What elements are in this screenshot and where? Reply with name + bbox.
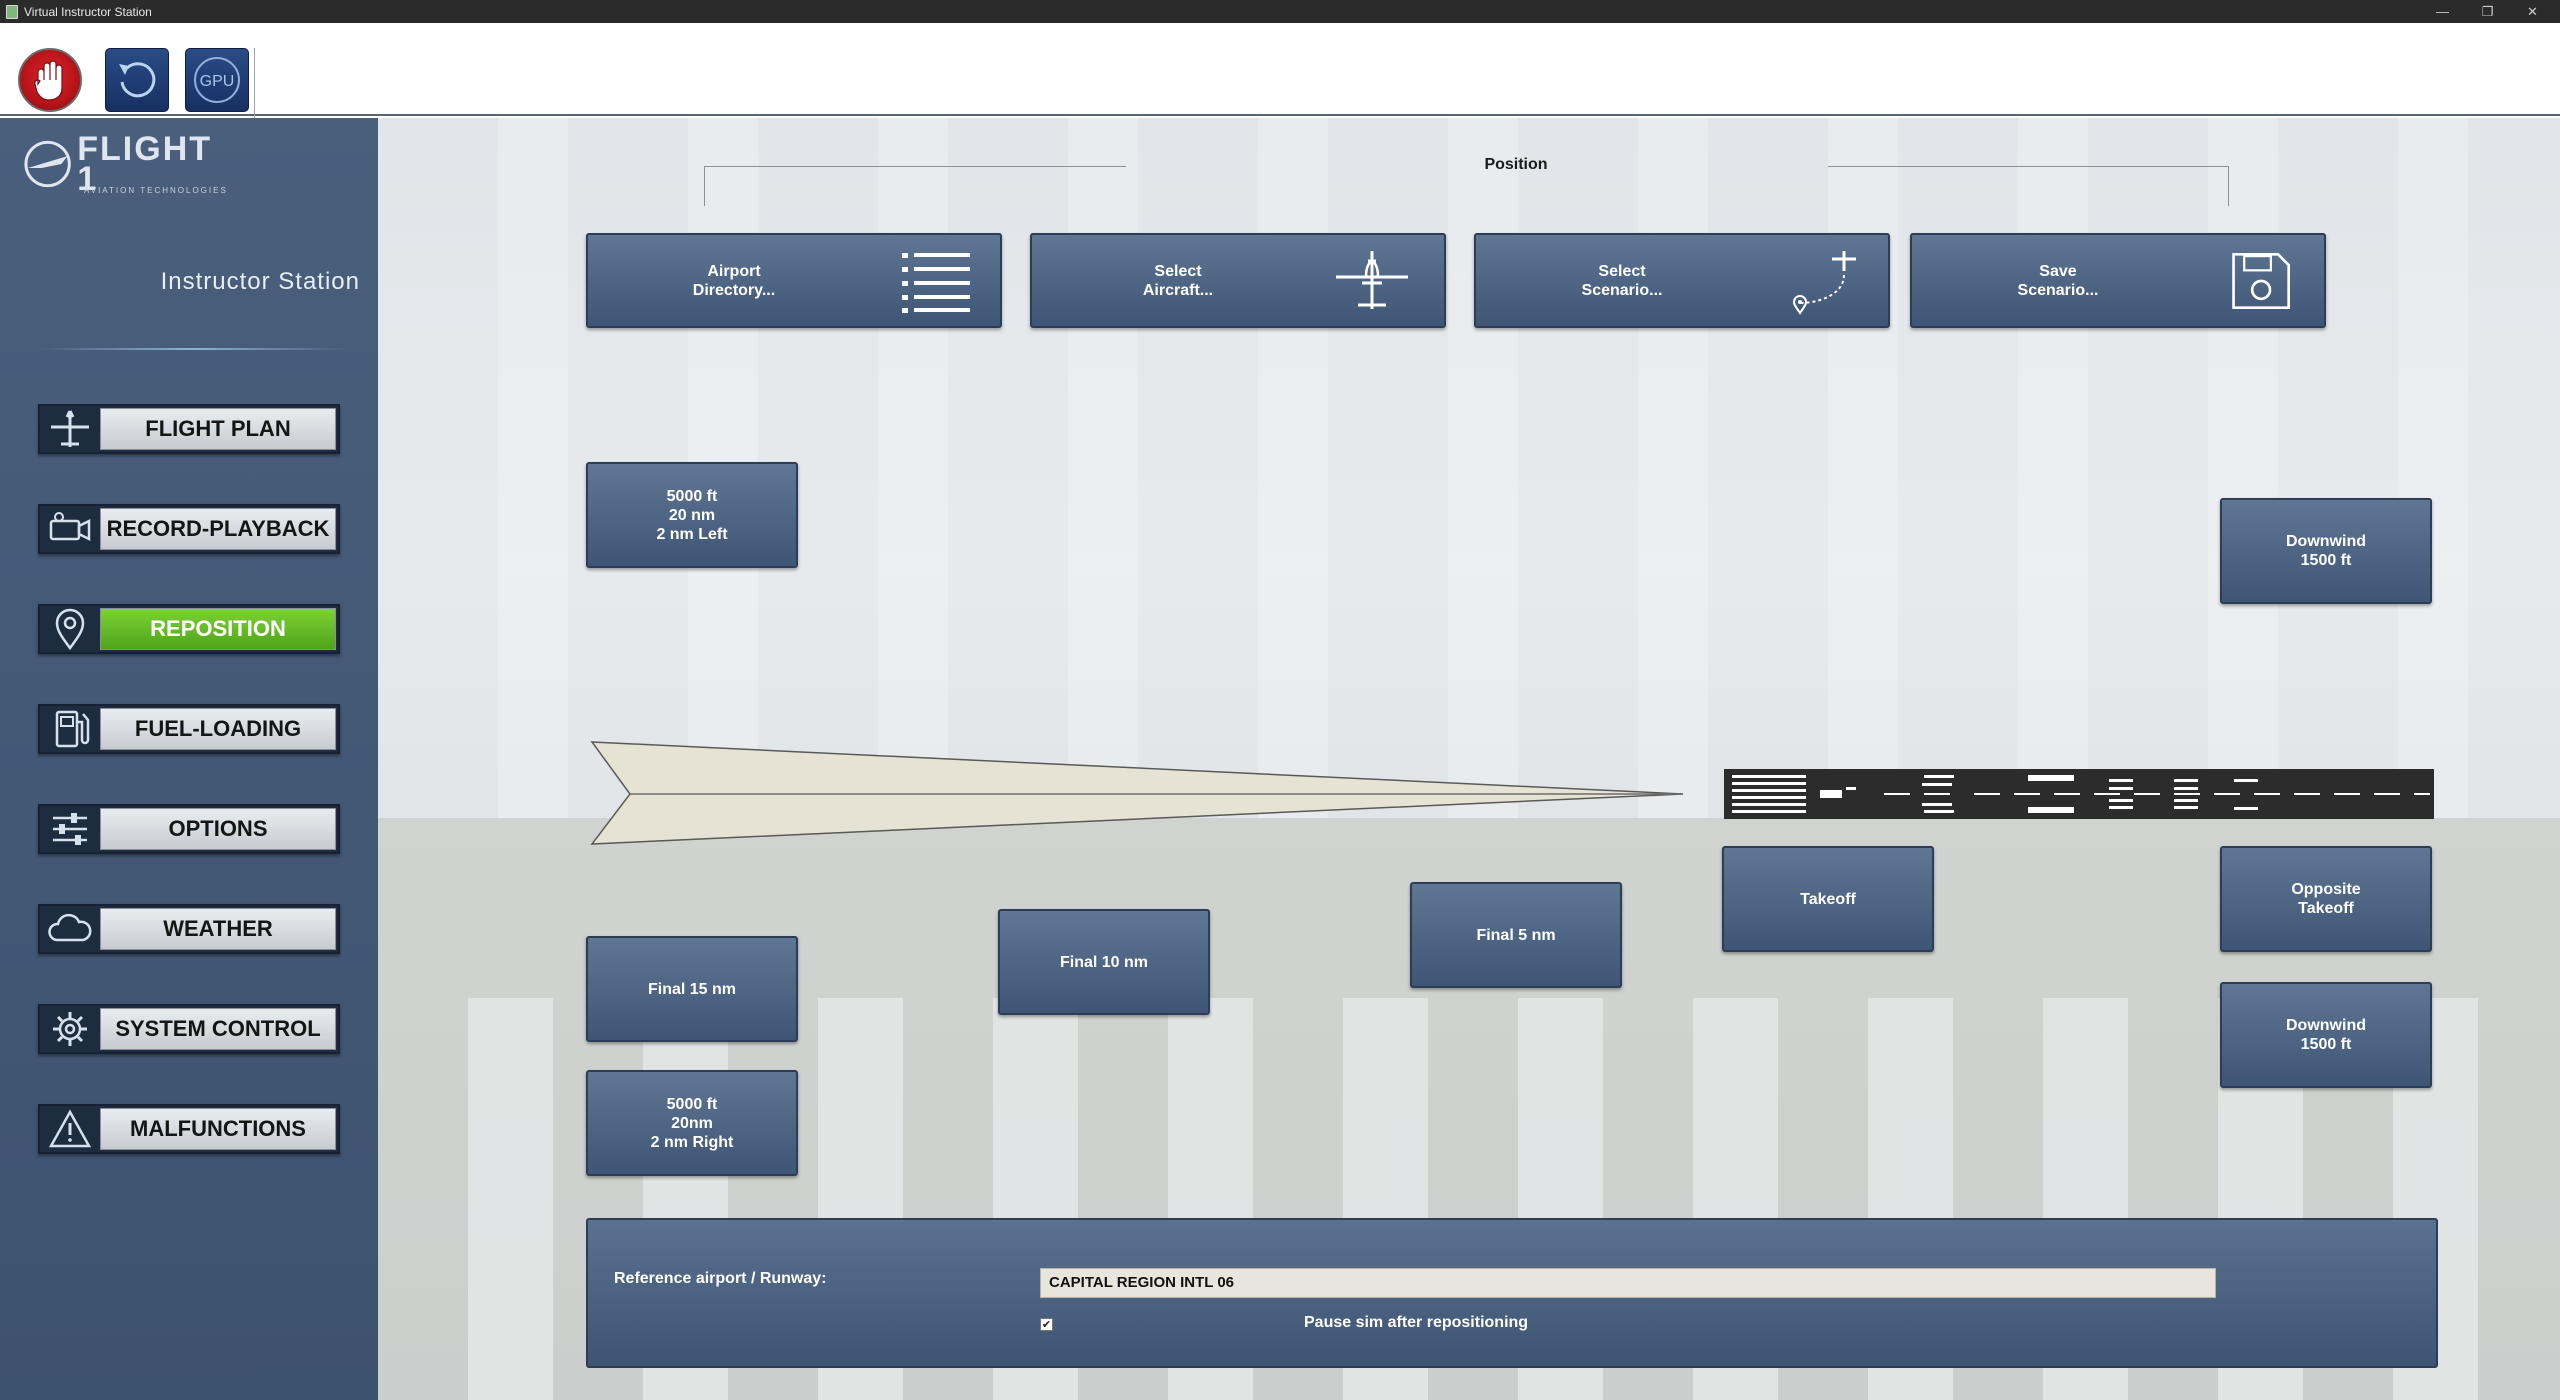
- select-scenario-button[interactable]: Select Scenario...: [1474, 233, 1890, 328]
- reposition-takeoff-button[interactable]: Takeoff: [1722, 846, 1934, 952]
- sidebar: FLIGHT 1 AVIATION TECHNOLOGIES Instructo…: [0, 118, 378, 1400]
- button-label: Final 5 nm: [1476, 926, 1556, 944]
- list-icon: [902, 253, 970, 313]
- nav-label: REPOSITION: [100, 608, 336, 650]
- nav-label: MALFUNCTIONS: [100, 1108, 336, 1150]
- pause-sim-checkbox[interactable]: ✔: [1040, 1318, 1053, 1331]
- toolbar-separator: [254, 48, 255, 118]
- nav-weather[interactable]: WEATHER: [38, 904, 340, 954]
- airplane-icon: [1336, 251, 1408, 309]
- nav-malfunctions[interactable]: MALFUNCTIONS: [38, 1104, 340, 1154]
- button-label: Opposite Takeoff: [2291, 881, 2361, 917]
- button-label: Save Scenario...: [2017, 262, 2099, 299]
- reposition-final-5-button[interactable]: Final 5 nm: [1410, 882, 1622, 988]
- flight1-logo: FLIGHT 1 AVIATION TECHNOLOGIES: [22, 130, 242, 198]
- close-button[interactable]: ✕: [2510, 0, 2555, 23]
- window-title: Virtual Instructor Station: [24, 4, 152, 19]
- button-label: Final 10 nm: [1059, 953, 1149, 971]
- button-label: Takeoff: [1800, 890, 1856, 908]
- button-label: 5000 ft 20nm 2 nm Right: [650, 1095, 734, 1151]
- nav-label: FUEL-LOADING: [100, 708, 336, 750]
- reposition-downwind-bottom-button[interactable]: Downwind 1500 ft: [2220, 982, 2432, 1088]
- approach-cone: [590, 741, 1684, 845]
- restore-button[interactable]: ❐: [2465, 0, 2510, 23]
- runway-graphic: [1724, 769, 2434, 819]
- gpu-icon: GPU: [194, 57, 240, 103]
- button-label: Airport Directory...: [692, 262, 776, 299]
- route-icon: [1792, 251, 1856, 315]
- reset-button[interactable]: [105, 48, 169, 112]
- reposition-5000ft-left-button[interactable]: 5000 ft 20 nm 2 nm Left: [586, 462, 798, 568]
- button-label: Select Aircraft...: [1142, 262, 1214, 299]
- nav-record-playback[interactable]: RECORD-PLAYBACK: [38, 504, 340, 554]
- station-title: Instructor Station: [160, 268, 360, 295]
- nav-reposition[interactable]: REPOSITION: [38, 604, 340, 654]
- button-label: Select Scenario...: [1581, 262, 1663, 299]
- button-label: 5000 ft 20 nm 2 nm Left: [656, 487, 728, 543]
- reposition-final-10-button[interactable]: Final 10 nm: [998, 909, 1210, 1015]
- minimize-button[interactable]: —: [2420, 0, 2465, 23]
- nav-fuel-loading[interactable]: FUEL-LOADING: [38, 704, 340, 754]
- hand-stop-icon: [34, 60, 63, 101]
- nav-label: FLIGHT PLAN: [100, 408, 336, 450]
- nav-system-control[interactable]: SYSTEM CONTROL: [38, 1004, 340, 1054]
- gear-icon: [40, 1006, 100, 1052]
- airport-directory-button[interactable]: Airport Directory...: [586, 233, 1002, 328]
- sidebar-divider: [38, 348, 348, 350]
- logo-plane-icon: [24, 140, 71, 188]
- section-bracket-right: [1828, 166, 2229, 206]
- svg-text:GPU: GPU: [200, 73, 235, 90]
- section-bracket-left: [704, 166, 1126, 206]
- warning-icon: [40, 1106, 100, 1152]
- reposition-downwind-top-button[interactable]: Downwind 1500 ft: [2220, 498, 2432, 604]
- nav-options[interactable]: OPTIONS: [38, 804, 340, 854]
- reposition-final-15-button[interactable]: Final 15 nm: [586, 936, 798, 1042]
- nav-label: WEATHER: [100, 908, 336, 950]
- reference-airport-field[interactable]: CAPITAL REGION INTL 06: [1040, 1268, 2216, 1298]
- map-pin-icon: [40, 606, 100, 652]
- section-title: Position: [1484, 156, 1548, 173]
- reposition-5000ft-right-button[interactable]: 5000 ft 20nm 2 nm Right: [586, 1070, 798, 1176]
- app-icon: [6, 4, 18, 19]
- nav-label: RECORD-PLAYBACK: [100, 508, 336, 550]
- sliders-icon: [40, 806, 100, 852]
- save-scenario-button[interactable]: Save Scenario...: [1910, 233, 2326, 328]
- title-bar: Virtual Instructor Station — ❐ ✕: [0, 0, 2560, 23]
- reference-label: Reference airport / Runway:: [614, 1270, 827, 1287]
- nav-flight-plan[interactable]: FLIGHT PLAN: [38, 404, 340, 454]
- logo-subtext: AVIATION TECHNOLOGIES: [84, 186, 228, 195]
- nav-label: SYSTEM CONTROL: [100, 1008, 336, 1050]
- floppy-disk-icon: [2232, 253, 2290, 309]
- gpu-button[interactable]: GPU: [185, 48, 249, 112]
- logo-text: FLIGHT 1: [77, 130, 213, 198]
- fuel-pump-icon: [40, 706, 100, 752]
- airplane-icon: [40, 406, 100, 452]
- toolbar: GPU: [0, 23, 2560, 118]
- button-label: Downwind 1500 ft: [2286, 1017, 2366, 1053]
- cloud-icon: [40, 906, 100, 952]
- stop-hand-button[interactable]: [18, 48, 82, 112]
- pause-sim-label: Pause sim after repositioning: [1304, 1314, 1529, 1331]
- video-camera-icon: [40, 506, 100, 552]
- select-aircraft-button[interactable]: Select Aircraft...: [1030, 233, 1446, 328]
- button-label: Final 15 nm: [647, 980, 737, 998]
- main-panel: Position Airport Directory... Select Air…: [378, 118, 2560, 1400]
- reset-arrow-icon: [119, 62, 156, 98]
- button-label: Downwind 1500 ft: [2286, 533, 2366, 569]
- nav-label: OPTIONS: [100, 808, 336, 850]
- reference-panel: Reference airport / Runway: CAPITAL REGI…: [586, 1218, 2438, 1368]
- reposition-opposite-takeoff-button[interactable]: Opposite Takeoff: [2220, 846, 2432, 952]
